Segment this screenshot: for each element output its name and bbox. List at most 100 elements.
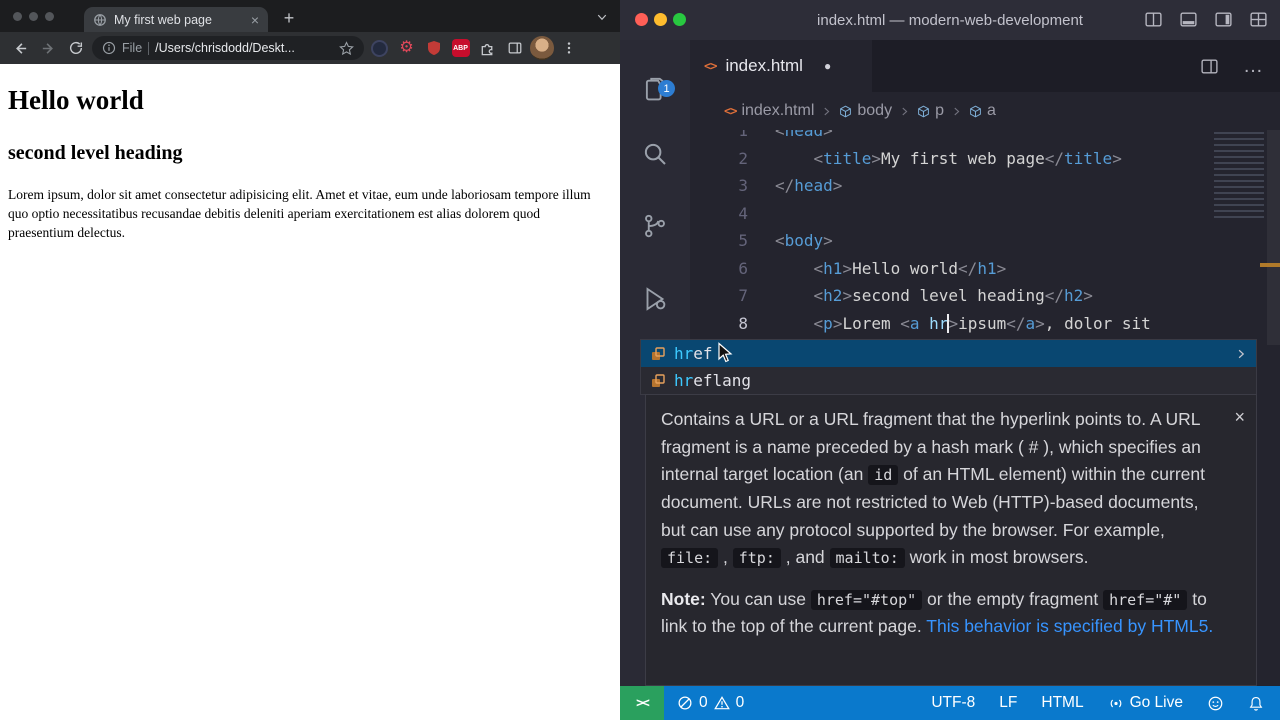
docs-bold: Note: (661, 588, 706, 609)
broadcast-icon (1110, 699, 1121, 708)
omnibox-divider (148, 41, 150, 55)
tab-title: My first web page (114, 12, 212, 27)
browser-toolbar: File /Users/chrisdodd/Deskt... ⚙ ABP (0, 32, 620, 64)
line-number: 1 (738, 130, 748, 140)
line-number: 7 (738, 286, 748, 305)
adblock-plus-icon[interactable]: ABP (449, 37, 472, 60)
code-line-3[interactable]: </head> (775, 172, 842, 199)
window-minimize-button[interactable] (29, 12, 38, 21)
code-line-2[interactable]: <title>My first web page</title> (775, 145, 1122, 172)
bookmark-star-icon[interactable] (339, 40, 354, 56)
editor-scrollbar[interactable] (1267, 130, 1280, 345)
more-actions-icon[interactable]: … (1243, 55, 1264, 78)
suggestion-hreflang[interactable]: hreflang (641, 367, 1256, 394)
close-icon[interactable]: × (1234, 408, 1245, 426)
extensions-puzzle-icon[interactable] (476, 37, 499, 60)
code-line-8[interactable]: <p>Lorem <a hr>ipsum</a>, dolor sit (775, 310, 1151, 337)
symbol-cube-icon (839, 105, 852, 118)
line-number: 6 (738, 258, 748, 278)
chrome-window: My first web page × + File /Users/chrisd… (0, 0, 620, 720)
page-heading-2: second level heading (8, 142, 183, 164)
attribute-icon (652, 373, 665, 387)
eol-status[interactable]: LF (999, 694, 1017, 712)
toggle-panel-icon[interactable] (1179, 10, 1198, 29)
extension-icon-a[interactable] (368, 37, 391, 60)
search-icon[interactable] (620, 128, 690, 180)
warnings-icon (713, 696, 730, 710)
profile-avatar[interactable] (529, 36, 554, 60)
docs-text: or the empty fragment (922, 588, 1104, 609)
macos-close-button[interactable] (635, 13, 648, 26)
run-debug-icon[interactable] (620, 273, 690, 325)
vscode-title-bar: index.html — modern-web-development (620, 0, 1280, 40)
split-editor-right-icon[interactable] (1200, 57, 1219, 76)
customize-layout-icon[interactable] (1249, 10, 1268, 29)
abp-badge: ABP (451, 39, 470, 57)
breadcrumb-label: p (935, 102, 944, 119)
breadcrumb-item-file[interactable]: <> index.html (724, 102, 814, 120)
forward-button[interactable] (36, 36, 60, 60)
explorer-icon[interactable] (620, 64, 690, 116)
breadcrumb-item-body[interactable]: body (839, 102, 892, 120)
source-control-icon[interactable] (620, 200, 690, 252)
chevron-right-icon (821, 106, 832, 117)
minimap[interactable] (1214, 132, 1264, 218)
symbol-cube-icon (917, 105, 930, 118)
go-live-button[interactable]: Go Live (1108, 694, 1183, 712)
breadcrumb-label: body (857, 102, 893, 119)
page-info-icon[interactable] (102, 41, 116, 55)
address-bar[interactable]: File /Users/chrisdodd/Deskt... (92, 36, 364, 60)
window-zoom-button[interactable] (45, 12, 54, 21)
docs-text: , and (780, 547, 830, 568)
line-number: 4 (738, 203, 748, 223)
modified-dot-icon[interactable]: ● (824, 59, 831, 73)
tab-search-chevron-icon[interactable] (596, 10, 608, 28)
editor-tab-index-html[interactable]: <> index.html ● (690, 40, 872, 92)
overview-ruler-marker (1260, 263, 1280, 267)
code-line-1[interactable]: <head> (775, 130, 833, 144)
feedback-icon[interactable] (1207, 695, 1224, 712)
code-line-7[interactable]: <h2>second level heading</h2> (775, 282, 1093, 309)
go-live-label: Go Live (1129, 694, 1183, 711)
page-paragraph: Lorem ipsum, dolor sit amet consectetur … (8, 187, 591, 241)
docs-code: file: (661, 548, 719, 569)
back-button[interactable] (8, 36, 32, 60)
docs-code: id (868, 465, 899, 486)
extension-gear-icon[interactable]: ⚙ (395, 37, 418, 60)
notifications-bell-icon[interactable] (1248, 695, 1264, 712)
dark-circle-icon (371, 39, 388, 57)
docs-text: You can use (705, 588, 811, 609)
toggle-sidebar-right-icon[interactable] (1214, 10, 1233, 29)
chevron-right-icon[interactable] (1235, 348, 1247, 360)
tab-close-icon[interactable]: × (251, 13, 259, 27)
remote-indicator[interactable]: >< (620, 686, 664, 720)
breadcrumb-item-a[interactable]: a (969, 102, 996, 120)
line-number: 2 (738, 148, 748, 168)
html-file-icon: <> (704, 59, 717, 73)
language-status[interactable]: HTML (1041, 694, 1083, 712)
split-editor-icon[interactable] (1144, 10, 1163, 29)
docs-code: ftp: (732, 548, 781, 569)
layout-controls (1144, 10, 1268, 29)
side-panel-icon[interactable] (503, 37, 526, 60)
code-line-5[interactable]: <body> (775, 227, 833, 254)
html-file-icon: <> (724, 104, 737, 118)
browser-menu-icon[interactable] (557, 37, 580, 60)
window-close-button[interactable] (13, 12, 22, 21)
avatar-photo (529, 36, 554, 60)
code-line-6[interactable]: <h1>Hello world</h1> (775, 255, 1007, 282)
macos-zoom-button[interactable] (673, 13, 686, 26)
url-scheme: File (122, 41, 143, 55)
encoding-status[interactable]: UTF-8 (931, 694, 975, 712)
reload-button[interactable] (64, 36, 88, 60)
tab-actions: … (1200, 40, 1264, 92)
problems-status[interactable]: 0 0 (664, 694, 744, 712)
docs-text: , (718, 547, 733, 568)
browser-tab[interactable]: My first web page × (84, 7, 268, 32)
docs-note: Note: You can use href="#top" or the emp… (661, 586, 1226, 641)
extension-shield-icon[interactable] (422, 37, 445, 60)
macos-minimize-button[interactable] (654, 13, 667, 26)
docs-link[interactable]: This behavior is specified by HTML5. (926, 616, 1213, 636)
breadcrumb-item-p[interactable]: p (917, 102, 944, 120)
new-tab-button[interactable]: + (278, 8, 300, 30)
